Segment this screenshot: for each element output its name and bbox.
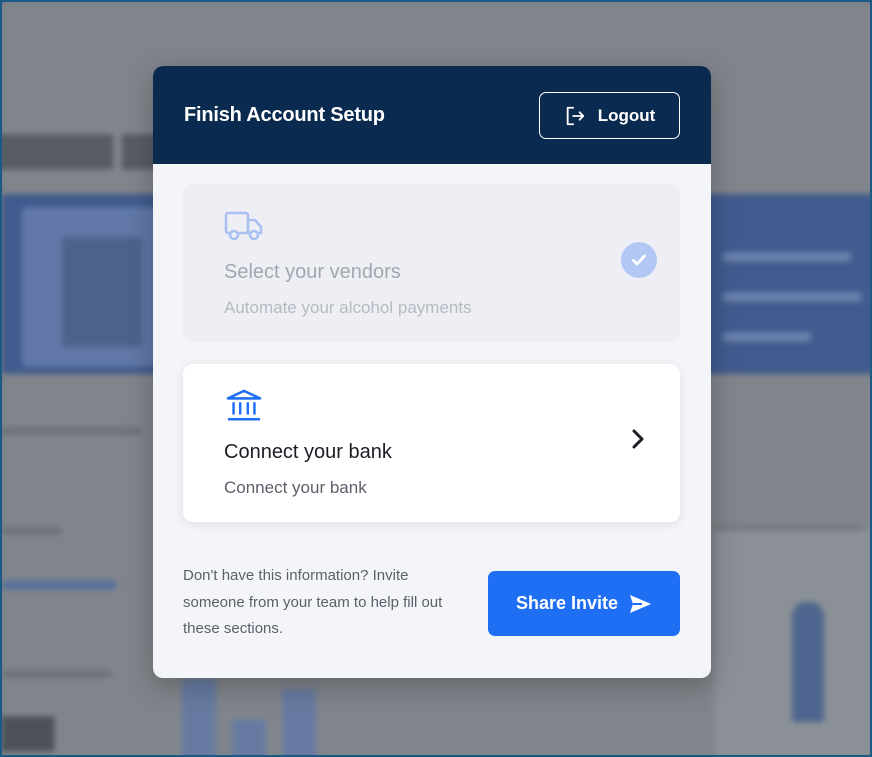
step-subtitle: Connect your bank	[224, 478, 367, 497]
completed-check-icon	[621, 242, 657, 278]
modal-title: Finish Account Setup	[184, 104, 385, 126]
truck-icon	[224, 211, 263, 241]
invite-help-text: Don't have this information? Invite some…	[183, 567, 443, 637]
step-title: Connect your bank	[224, 441, 392, 463]
chevron-right-icon[interactable]	[627, 426, 649, 452]
send-icon	[630, 594, 652, 613]
logout-label: Logout	[597, 105, 656, 125]
share-invite-button[interactable]: Share Invite	[488, 571, 680, 636]
finish-setup-modal: Finish Account Setup Logout Select your …	[153, 66, 711, 678]
step-card-connect-bank[interactable]: Connect your bank Connect your bank	[183, 364, 680, 522]
share-invite-label: Share Invite	[515, 593, 619, 613]
app-frame: ▇▇▇▇▇ ▇▇▇ ▇▇ Finish Account Setup Logout…	[0, 0, 872, 757]
step-title: Select your vendors	[224, 261, 401, 283]
logout-button[interactable]: Logout	[539, 92, 680, 139]
bank-icon	[226, 389, 262, 421]
step-card-select-vendors[interactable]: Select your vendors Automate your alcoho…	[183, 184, 680, 342]
logout-icon	[566, 106, 584, 125]
modal-header: Finish Account Setup Logout	[153, 66, 711, 164]
step-subtitle: Automate your alcohol payments	[224, 298, 472, 317]
